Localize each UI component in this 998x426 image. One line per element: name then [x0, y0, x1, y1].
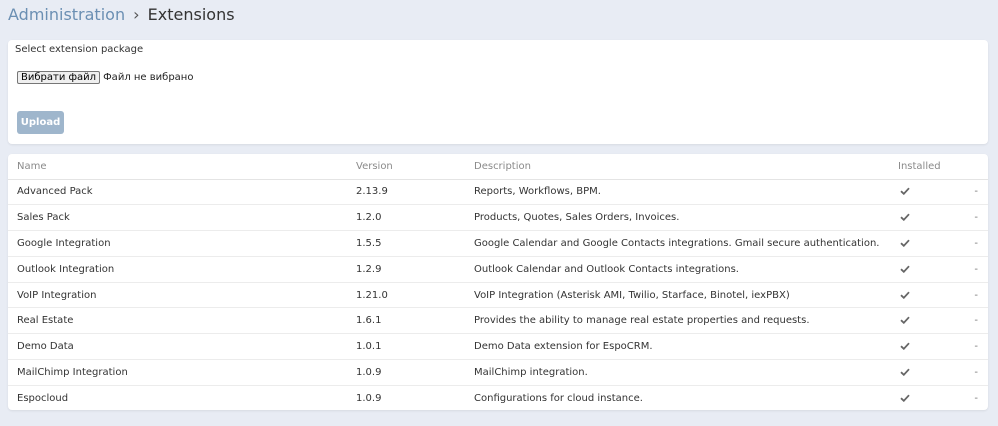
table-row: Sales Pack 1.2.0 Products, Quotes, Sales O… — [8, 204, 988, 232]
check-icon — [900, 368, 910, 376]
row-actions-menu[interactable]: - — [959, 307, 988, 335]
check-icon — [900, 316, 910, 325]
row-actions-menu[interactable]: - — [959, 333, 988, 361]
check-icon — [900, 187, 910, 196]
extension-description: Products, Quotes, Sales Orders, Invoices… — [465, 204, 889, 232]
extension-description: MailChimp integration. — [465, 359, 889, 386]
extension-name: Outlook Integration — [8, 256, 347, 283]
table-row: VoIP Integration 1.21.0 VoIP Integration (… — [8, 282, 988, 309]
extension-name: Espocloud — [17, 393, 69, 405]
table-row: Google Integration 1.5.5 Google Calendar a… — [8, 230, 988, 257]
table-header-row: Name Version Description Installed — [8, 154, 988, 180]
extension-description: Google Calendar and Google Contacts inte… — [465, 230, 889, 257]
extension-name: Demo Data — [8, 333, 347, 361]
table-row: Espocloud 1.0.9 Configurations for cloud i… — [8, 385, 988, 411]
extension-installed — [889, 385, 959, 411]
check-icon — [900, 213, 910, 222]
check-icon — [900, 342, 910, 351]
upload-label: Select extension package — [15, 44, 144, 55]
extension-installed — [889, 256, 959, 283]
extension-version: 1.2.0 — [347, 204, 465, 232]
row-actions-menu[interactable]: - — [959, 230, 988, 257]
extensions-table-panel: Name Version Description Installed Advan… — [8, 154, 988, 410]
upload-panel: Select extension package Вибрати файл Фа… — [8, 40, 988, 144]
check-icon — [900, 394, 910, 403]
column-header-name: Name — [8, 154, 347, 180]
extension-version: 1.5.5 — [347, 230, 465, 257]
upload-button[interactable]: Upload — [17, 111, 64, 134]
table-row: MailChimp Integration 1.0.9 MailChimp inte… — [8, 359, 988, 386]
check-icon — [900, 239, 910, 247]
extension-name: VoIP Integration — [8, 282, 347, 309]
table-row: Advanced Pack 2.13.9 Reports, Workflows, B… — [8, 179, 988, 206]
extension-version: 2.13.9 — [347, 179, 465, 206]
row-actions-menu[interactable]: - — [959, 179, 988, 206]
extension-version: 1.6.1 — [347, 307, 465, 335]
table-body: Advanced Pack 2.13.9 Reports, Workflows, B… — [8, 179, 988, 411]
extension-description: Reports, Workflows, BPM. — [465, 179, 889, 206]
extension-installed — [889, 282, 959, 309]
extension-installed — [889, 307, 959, 335]
row-actions-menu[interactable]: - — [959, 359, 988, 386]
table-row: Outlook Integration 1.2.9 Outlook Calendar… — [8, 256, 988, 283]
extension-name: Advanced Pack — [8, 179, 347, 206]
row-actions-menu[interactable]: - — [959, 385, 988, 411]
row-actions-menu[interactable]: - — [959, 256, 988, 283]
extension-description: Demo Data extension for EspoCRM. — [465, 333, 889, 361]
check-icon — [900, 265, 910, 273]
extension-version: 1.0.9 — [356, 393, 382, 405]
extension-name: Google Integration — [8, 230, 347, 257]
extension-name: Real Estate — [8, 307, 347, 335]
extension-installed — [889, 179, 959, 206]
breadcrumb: Administration › Extensions — [8, 5, 235, 25]
extension-version: 1.2.9 — [347, 256, 465, 283]
choose-file-button[interactable]: Вибрати файл — [17, 71, 101, 84]
row-actions-menu[interactable]: - — [959, 204, 988, 232]
extension-installed — [889, 230, 959, 257]
extensions-table: Name Version Description Installed Advan… — [8, 154, 988, 411]
file-status-text: Файл не вибрано — [103, 72, 194, 83]
column-header-actions — [959, 154, 988, 180]
extension-installed — [889, 359, 959, 386]
breadcrumb-administration-link[interactable]: Administration — [8, 5, 125, 24]
column-header-version: Version — [347, 154, 465, 180]
extension-version: 1.0.9 — [347, 359, 465, 386]
extension-description: VoIP Integration (Asterisk AMI, Twilio, … — [465, 282, 889, 309]
file-input: Вибрати файл Файл не вибрано — [17, 71, 193, 84]
column-header-installed: Installed — [889, 154, 959, 180]
extension-installed — [889, 333, 959, 361]
extension-description: Configurations for cloud instance. — [474, 393, 643, 405]
extension-installed — [889, 204, 959, 232]
extension-description: Provides the ability to manage real esta… — [465, 307, 889, 335]
extension-description: Outlook Calendar and Outlook Contacts in… — [465, 256, 889, 283]
table-row: Demo Data 1.0.1 Demo Data extension for Es… — [8, 333, 988, 361]
check-icon — [900, 291, 910, 299]
breadcrumb-separator: › — [133, 5, 140, 24]
extension-name: Sales Pack — [8, 204, 347, 232]
extension-version: 1.21.0 — [347, 282, 465, 309]
extension-name: MailChimp Integration — [8, 359, 347, 386]
extension-version: 1.0.1 — [347, 333, 465, 361]
column-header-description: Description — [465, 154, 889, 180]
page-title: Extensions — [147, 5, 235, 24]
row-actions-menu[interactable]: - — [959, 282, 988, 309]
table-row: Real Estate 1.6.1 Provides the ability to … — [8, 307, 988, 335]
